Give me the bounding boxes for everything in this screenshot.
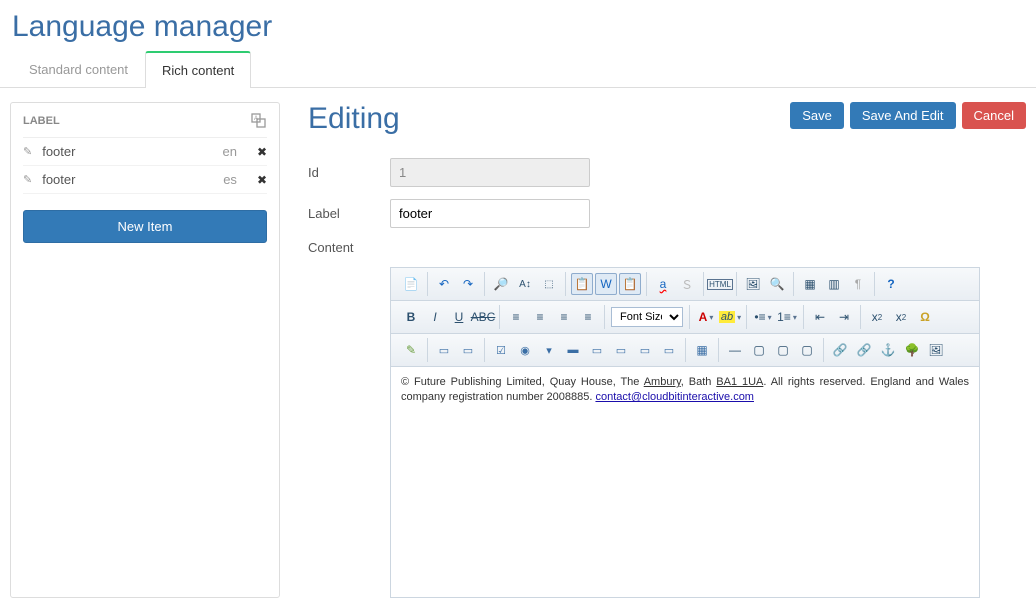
tab-standard-content[interactable]: Standard content: [12, 51, 145, 88]
text-color-icon[interactable]: A: [695, 306, 717, 328]
edit-block-icon[interactable]: ✎: [400, 339, 422, 361]
outdent-icon[interactable]: ⇤: [809, 306, 831, 328]
form-button-icon[interactable]: ▬: [562, 339, 584, 361]
table-icon[interactable]: ▦: [691, 339, 713, 361]
sidebar-header-label: LABEL: [23, 115, 60, 127]
pagebreak-icon[interactable]: ¶: [847, 273, 869, 295]
font-size-select[interactable]: Font Size: [611, 307, 683, 327]
cancel-button[interactable]: Cancel: [962, 102, 1026, 129]
align-right-icon[interactable]: ≡: [553, 306, 575, 328]
tab-rich-content[interactable]: Rich content: [145, 51, 251, 88]
new-item-button[interactable]: New Item: [23, 210, 267, 243]
editing-heading: Editing: [308, 102, 400, 136]
content-panel: Editing Save Save And Edit Cancel Id Lab…: [280, 102, 1026, 598]
edit-icon[interactable]: ✎: [23, 145, 32, 158]
save-and-edit-button[interactable]: Save And Edit: [850, 102, 956, 129]
layout-icon[interactable]: ▦: [799, 273, 821, 295]
help-icon[interactable]: ?: [880, 273, 902, 295]
form-select-icon[interactable]: ▾: [538, 339, 560, 361]
replace-icon[interactable]: A↕: [514, 273, 536, 295]
align-left-icon[interactable]: ≡: [505, 306, 527, 328]
content-text: , Bath: [681, 376, 716, 388]
action-buttons: Save Save And Edit Cancel: [790, 102, 1026, 129]
save-button[interactable]: Save: [790, 102, 844, 129]
id-field-label: Id: [308, 165, 390, 180]
label-field[interactable]: [390, 199, 590, 228]
remove-icon[interactable]: ✖: [257, 173, 267, 187]
label-field-label: Label: [308, 206, 390, 221]
embed-icon[interactable]: ▢: [796, 339, 818, 361]
content-text: © Future Publishing Limited, Quay House,…: [401, 376, 644, 388]
form-textarea-icon[interactable]: ▭: [457, 339, 479, 361]
label-item-lang: es: [223, 172, 237, 187]
italic-icon[interactable]: I: [424, 306, 446, 328]
image-icon[interactable]: 🖼: [742, 273, 764, 295]
content-link: Ambury: [644, 376, 681, 388]
form-hidden-icon[interactable]: ▭: [610, 339, 632, 361]
rich-text-editor: 📄 ↶ ↷ 🔎 A↕ ⬚ 📋 W 📋: [390, 267, 980, 598]
page-title: Language manager: [0, 0, 1036, 50]
underline-icon[interactable]: U: [448, 306, 470, 328]
media-icon[interactable]: 🌳: [901, 339, 923, 361]
iframe-icon[interactable]: ▢: [772, 339, 794, 361]
form-file-icon[interactable]: ▭: [634, 339, 656, 361]
unlink-icon[interactable]: 🔗: [853, 339, 875, 361]
label-item-text: footer: [42, 172, 223, 187]
indent-icon[interactable]: ⇥: [833, 306, 855, 328]
content-email-link[interactable]: contact@cloudbitinteractive.com: [595, 391, 754, 403]
translate-icon[interactable]: A: [251, 113, 267, 129]
label-item[interactable]: ✎ footer en ✖: [23, 138, 267, 166]
spellcheck-icon[interactable]: a: [652, 273, 674, 295]
editor-toolbar: 📄 ↶ ↷ 🔎 A↕ ⬚ 📋 W 📋: [391, 268, 979, 301]
form-input-icon[interactable]: ▭: [433, 339, 455, 361]
label-item[interactable]: ✎ footer es ✖: [23, 166, 267, 194]
tab-bar: Standard content Rich content: [0, 50, 1036, 88]
remove-icon[interactable]: ✖: [257, 145, 267, 159]
special-char-icon[interactable]: Ω: [914, 306, 936, 328]
select-all-icon[interactable]: ⬚: [538, 273, 560, 295]
subscript-icon[interactable]: x2: [866, 306, 888, 328]
form-radio-icon[interactable]: ◉: [514, 339, 536, 361]
number-list-icon[interactable]: 1≡: [776, 306, 798, 328]
form-submit-icon[interactable]: ▭: [658, 339, 680, 361]
preview-icon[interactable]: 🔍: [766, 273, 788, 295]
sidebar-panel: LABEL A ✎ footer en ✖ ✎ footer es ✖ New …: [10, 102, 280, 598]
superscript-icon[interactable]: x2: [890, 306, 912, 328]
new-file-icon[interactable]: 📄: [400, 273, 422, 295]
edit-icon[interactable]: ✎: [23, 173, 32, 186]
find-icon[interactable]: 🔎: [490, 273, 512, 295]
div-icon[interactable]: ▢: [748, 339, 770, 361]
paste-text-icon[interactable]: 📋: [571, 273, 593, 295]
form-checkbox-icon[interactable]: ☑: [490, 339, 512, 361]
label-item-lang: en: [222, 144, 236, 159]
content-field-label: Content: [308, 240, 390, 255]
editor-toolbar-format: B I U ABC ≡ ≡ ≡ ≡ Font Size: [391, 301, 979, 334]
align-justify-icon[interactable]: ≡: [577, 306, 599, 328]
insert-image-icon[interactable]: 🖼: [925, 339, 947, 361]
editor-content[interactable]: © Future Publishing Limited, Quay House,…: [391, 367, 979, 597]
paste-word-icon[interactable]: W: [595, 273, 617, 295]
paste-code-icon[interactable]: 📋: [619, 273, 641, 295]
editor-toolbar-insert: ✎ ▭ ▭ ☑ ◉ ▾ ▬ ▭ ▭ ▭ ▭: [391, 334, 979, 367]
clean-icon[interactable]: Ｓ: [676, 273, 698, 295]
template-icon[interactable]: ▥: [823, 273, 845, 295]
hr-icon[interactable]: —: [724, 339, 746, 361]
link-icon[interactable]: 🔗: [829, 339, 851, 361]
align-center-icon[interactable]: ≡: [529, 306, 551, 328]
svg-text:A: A: [254, 116, 258, 122]
strike-icon[interactable]: ABC: [472, 306, 494, 328]
anchor-icon[interactable]: ⚓: [877, 339, 899, 361]
redo-icon[interactable]: ↷: [457, 273, 479, 295]
form-image-icon[interactable]: ▭: [586, 339, 608, 361]
content-link: BA1 1UA: [716, 376, 763, 388]
highlight-color-icon[interactable]: ab: [719, 306, 741, 328]
label-item-text: footer: [42, 144, 222, 159]
bold-icon[interactable]: B: [400, 306, 422, 328]
bullet-list-icon[interactable]: •≡: [752, 306, 774, 328]
undo-icon[interactable]: ↶: [433, 273, 455, 295]
id-field: [390, 158, 590, 187]
html-source-icon[interactable]: HTML: [709, 273, 731, 295]
